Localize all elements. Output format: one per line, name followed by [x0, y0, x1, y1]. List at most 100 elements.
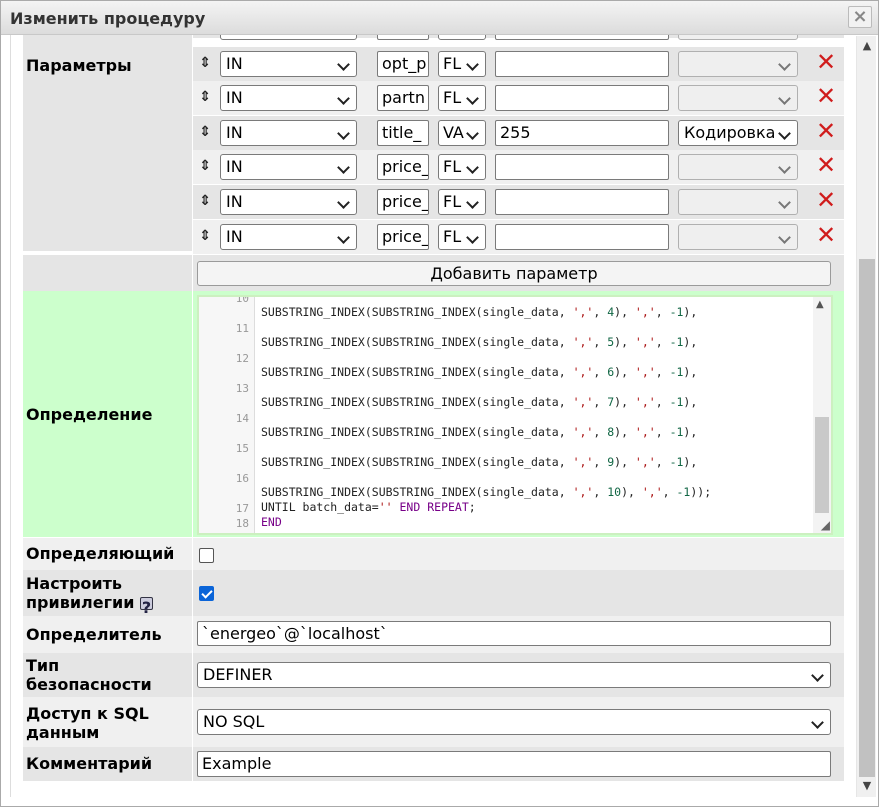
param-type-select[interactable]: FL [438, 189, 486, 215]
param-length-input[interactable]: 255 [495, 120, 669, 146]
param-name-input[interactable]: partn [377, 85, 429, 111]
scroll-up-icon[interactable]: ▲ [816, 299, 824, 310]
param-length-input[interactable] [495, 35, 669, 40]
close-icon[interactable]: × [848, 6, 872, 28]
param-name-input[interactable]: price_ [377, 189, 429, 215]
definer-label-cell: Определитель [23, 616, 192, 653]
param-row: ⇕ IN title_ VA 255 Кодировка ✕ [193, 116, 844, 150]
param-length-input[interactable] [495, 224, 669, 250]
param-direction-select[interactable]: IN [220, 85, 357, 111]
param-type-select[interactable]: FL [438, 51, 486, 77]
code-string: ',' [572, 395, 594, 409]
param-type-select[interactable]: FL [438, 224, 486, 250]
drag-handle-icon[interactable]: ⇕ [198, 124, 212, 142]
deterministic-label: Определяющий [26, 544, 175, 563]
param-type-select[interactable]: FL [438, 85, 486, 111]
code-number: -1 [669, 455, 684, 469]
drag-handle-icon[interactable]: ⇕ [198, 228, 212, 246]
definer-input[interactable]: `energeo`@`localhost` [197, 621, 831, 646]
help-icon[interactable]: ? [139, 597, 153, 617]
param-name-input[interactable]: opt_p [377, 51, 429, 77]
dialog-titlebar[interactable]: Изменить процедуру × [1, 1, 878, 35]
resize-grip-icon[interactable]: ◢ [821, 518, 830, 532]
delete-param-icon[interactable]: ✕ [815, 153, 837, 177]
param-direction-select[interactable]: IN [220, 189, 357, 215]
privileges-checkbox[interactable] [199, 586, 214, 601]
param-type-select[interactable]: VA [438, 120, 486, 146]
param-type-select[interactable]: FL [438, 154, 486, 180]
delete-param-icon[interactable]: ✕ [815, 119, 837, 143]
param-name-input[interactable]: title_ [377, 120, 429, 146]
delete-param-icon[interactable]: ✕ [815, 188, 837, 212]
sql-access-select[interactable]: NO SQL [197, 709, 831, 735]
editor-scrollbar[interactable]: ▲ ◢ [813, 297, 831, 533]
line-number: 17 [235, 502, 249, 515]
dialog-scrollbar[interactable]: ▲ ▼ [856, 36, 876, 797]
param-type-select[interactable] [438, 35, 486, 40]
delete-param-icon[interactable]: ✕ [815, 223, 837, 247]
code-area[interactable]: SUBSTRING_INDEX(SUBSTRING_INDEX(single_d… [261, 297, 813, 533]
param-direction-select[interactable] [220, 35, 357, 40]
code-line: SUBSTRING_INDEX(SUBSTRING_INDEX(single_d… [261, 365, 697, 379]
line-number: 16 [235, 472, 249, 485]
param-direction-select[interactable]: IN [220, 120, 357, 146]
code-text: , [655, 365, 670, 379]
line-number-gutter: 10 11 12 13 14 15 16 17 18 [199, 297, 255, 533]
scroll-down-arrow-icon[interactable]: ▼ [860, 779, 874, 793]
privileges-label-line2: привилегии [26, 593, 135, 612]
param-row: ⇕ IN price_ FL ✕ [193, 150, 844, 184]
deterministic-checkbox[interactable] [199, 548, 214, 563]
drag-handle-icon[interactable]: ⇕ [198, 89, 212, 107]
drag-handle-icon[interactable]: ⇕ [198, 193, 212, 211]
code-string: ',' [634, 365, 656, 379]
param-name-input[interactable] [377, 35, 429, 40]
line-number: 14 [235, 412, 249, 425]
code-text: ), [683, 395, 698, 409]
drag-handle-icon[interactable]: ⇕ [198, 158, 212, 176]
code-string: ',' [634, 425, 656, 439]
param-option-select[interactable] [678, 224, 798, 250]
code-text: SUBSTRING_INDEX(SUBSTRING_INDEX(single_d… [261, 425, 573, 439]
param-length-input[interactable] [495, 51, 669, 77]
param-direction-select[interactable]: IN [220, 224, 357, 250]
drag-handle-icon[interactable]: ⇕ [198, 55, 212, 73]
line-number: 13 [235, 382, 249, 395]
param-direction-select[interactable]: IN [220, 154, 357, 180]
delete-param-icon[interactable]: ✕ [815, 84, 837, 108]
add-parameter-button[interactable]: Добавить параметр [197, 261, 831, 286]
param-length-input[interactable] [495, 85, 669, 111]
code-text: UNTIL batch_data= [261, 500, 379, 514]
param-option-select[interactable] [678, 85, 798, 111]
comment-input[interactable]: Example [197, 751, 831, 777]
param-option-select[interactable]: Кодировка [678, 120, 798, 146]
param-name-input[interactable]: price_ [377, 224, 429, 250]
security-type-select[interactable]: DEFINER [197, 662, 831, 688]
code-string: ',' [572, 485, 594, 499]
param-name-input[interactable]: price_ [377, 154, 429, 180]
sql-access-value-cell: NO SQL [193, 697, 844, 747]
code-text: , [655, 455, 670, 469]
code-number: -1 [669, 425, 684, 439]
code-text: ), [683, 365, 698, 379]
code-editor[interactable]: 10 11 12 13 14 15 16 17 18 SUBSTRING_INDEX(SUBST… [197, 295, 833, 535]
param-option-select[interactable] [678, 35, 798, 40]
param-direction-select[interactable]: IN [220, 51, 357, 77]
security-row: Тип безопасности DEFINER [23, 653, 844, 697]
code-number: -1 [676, 485, 691, 499]
delete-param-icon[interactable]: ✕ [815, 50, 837, 74]
code-text: ), [683, 335, 698, 349]
param-length-input[interactable] [495, 189, 669, 215]
editor-scroll-thumb[interactable] [815, 417, 829, 513]
definer-row: Определитель `energeo`@`localhost` [23, 616, 844, 653]
code-text: , [593, 425, 608, 439]
param-length-input[interactable] [495, 154, 669, 180]
param-option-select[interactable] [678, 51, 798, 77]
code-number: -1 [669, 395, 684, 409]
line-number: 12 [235, 352, 249, 365]
dialog-scroll-thumb[interactable] [859, 259, 875, 777]
scroll-up-arrow-icon[interactable]: ▲ [860, 39, 874, 53]
param-option-select[interactable] [678, 154, 798, 180]
sql-access-label-cell: Доступ к SQL данным [23, 697, 192, 747]
line-number: 11 [235, 322, 249, 335]
param-option-select[interactable] [678, 189, 798, 215]
